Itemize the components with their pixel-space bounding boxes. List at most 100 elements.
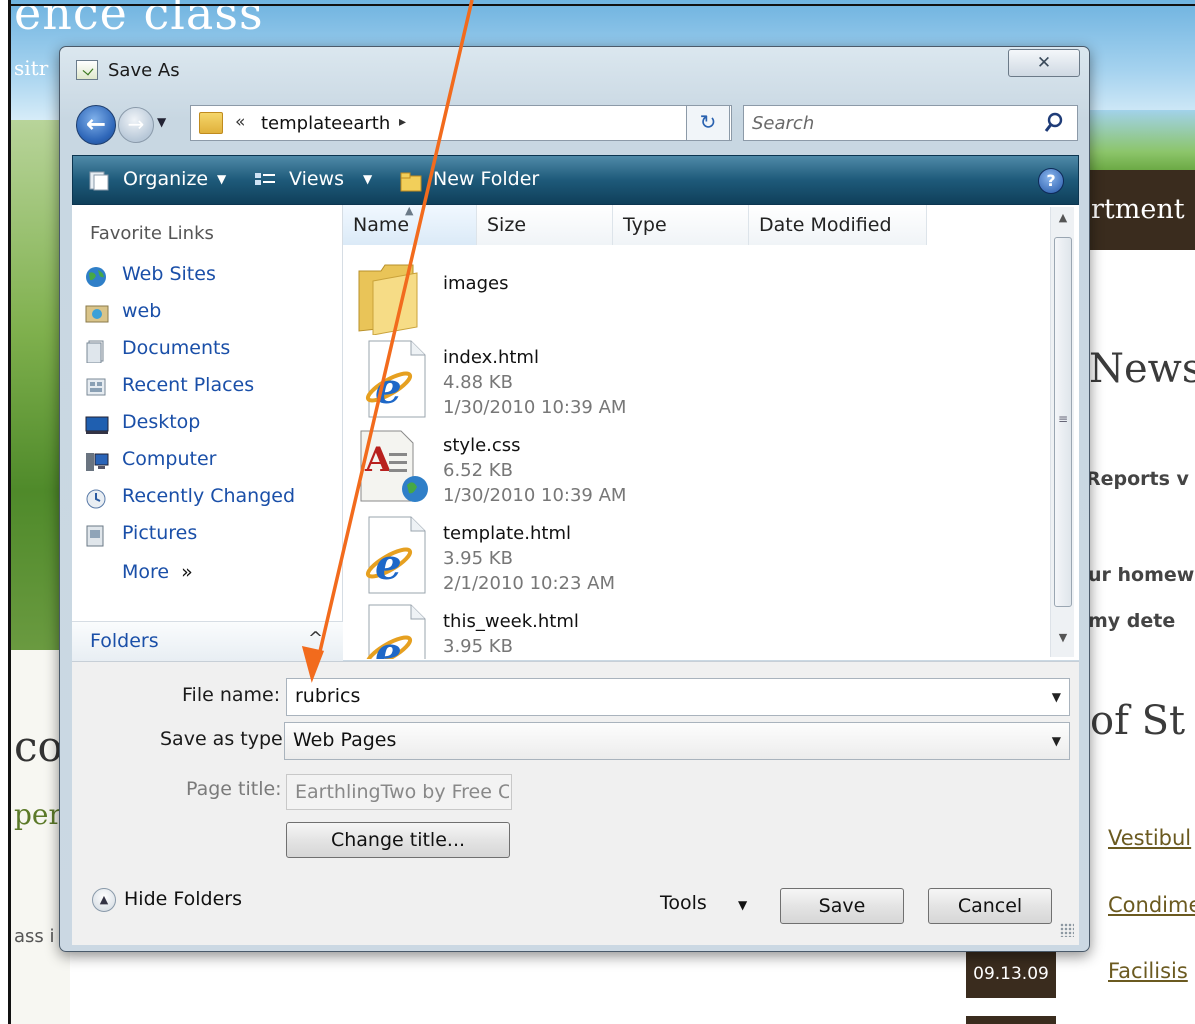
sidebar-item-web-sites[interactable]: Web Sites [122, 263, 216, 285]
folder-icon [199, 112, 223, 134]
scroll-up-icon[interactable]: ▲ [1051, 211, 1075, 233]
search-placeholder: Search [752, 113, 815, 134]
file-name-value: rubrics [295, 685, 361, 707]
sidebar-item-desktop[interactable]: Desktop [122, 411, 200, 433]
help-icon[interactable]: ? [1038, 168, 1064, 194]
column-name-label: Name [353, 214, 410, 236]
refresh-button[interactable]: ↻ [686, 105, 730, 141]
breadcrumb-templateearth[interactable]: templateearth [261, 113, 390, 134]
background-site-subtitle: sitr [14, 56, 49, 80]
chevron-down-icon[interactable]: ▼ [1052, 734, 1061, 748]
resize-grip-icon[interactable] [1060, 923, 1074, 937]
background-link-3[interactable]: Facilisis [1108, 959, 1188, 983]
save-button[interactable]: Save [780, 888, 904, 924]
column-header-type[interactable]: Type [613, 205, 749, 245]
file-name: this_week.html [443, 611, 579, 632]
file-list-scrollbar[interactable]: ▲ ≡ ▼ [1050, 207, 1074, 657]
sidebar-item-web[interactable]: web [122, 300, 161, 322]
back-button[interactable]: ← [76, 105, 116, 145]
file-row-this-week-html[interactable]: e this_week.html 3.95 KB [355, 601, 1035, 659]
views-dropdown-icon[interactable]: ▼ [363, 172, 372, 186]
file-row-template-html[interactable]: e template.html 3.95 KB 2/1/2010 10:23 A… [355, 513, 1035, 601]
background-date-badge: 09.13.09 [966, 950, 1056, 998]
file-row-images[interactable]: images [355, 253, 1035, 341]
hide-folders-icon[interactable]: ▲ [92, 888, 116, 912]
background-link-1[interactable]: Vestibul [1108, 826, 1191, 850]
ie-document-icon: e [365, 340, 426, 418]
recent-pages-dropdown-icon[interactable]: ▼ [157, 115, 166, 129]
scroll-down-icon[interactable]: ▼ [1051, 631, 1075, 653]
sidebar-item-pictures[interactable]: Pictures [122, 522, 197, 544]
change-title-button[interactable]: Change title... [286, 822, 510, 858]
scroll-thumb[interactable]: ≡ [1054, 237, 1072, 607]
sidebar-item-more[interactable]: More » [122, 561, 193, 583]
navigation-pane: Favorite Links Web Sites web Documents R… [72, 205, 343, 660]
svg-text:e: e [375, 628, 402, 659]
file-date: 2/1/2010 10:23 AM [443, 573, 616, 594]
background-reports-text: Reports v [1086, 468, 1189, 490]
file-name-field[interactable]: rubrics ▼ [286, 678, 1070, 716]
organize-button[interactable]: Organize [123, 168, 208, 190]
file-size: 3.95 KB [443, 636, 513, 657]
more-label: More [122, 561, 170, 583]
column-header-name[interactable]: Name ▲ [343, 204, 477, 245]
svg-text:A: A [364, 440, 392, 480]
background-left-text: ass i [14, 926, 55, 947]
close-button[interactable]: ✕ [1008, 49, 1080, 77]
background-link-2[interactable]: Condime [1108, 893, 1195, 917]
column-header-size[interactable]: Size [477, 205, 613, 245]
folder-icon [358, 264, 418, 335]
computer-icon [86, 453, 109, 471]
organize-icon [89, 171, 109, 191]
folders-toggle[interactable]: Folders ^ [72, 621, 343, 661]
sidebar-item-documents[interactable]: Documents [122, 337, 230, 359]
background-site-title: ence class [14, 0, 264, 40]
tools-dropdown-icon[interactable]: ▼ [738, 898, 747, 912]
background-left-subheading: per [14, 798, 62, 831]
desktop-icon [85, 416, 109, 434]
background-students-heading: of St [1090, 698, 1186, 744]
file-size: 3.95 KB [443, 548, 513, 569]
folders-label: Folders [90, 630, 159, 652]
search-icon[interactable] [1044, 112, 1064, 134]
save-as-icon [76, 60, 98, 80]
new-folder-button[interactable]: New Folder [433, 168, 539, 190]
views-icon [255, 173, 275, 185]
breadcrumb-overflow-icon[interactable]: « [235, 112, 245, 132]
page-title-field: EarthlingTwo by Free CS [286, 774, 512, 810]
file-name-label: File name: [182, 684, 281, 706]
save-form: File name: rubrics ▼ Save as type: Web P… [72, 661, 1079, 945]
background-homework-text: ur homew [1088, 564, 1195, 586]
dialog-titlebar[interactable]: Save As ✕ [60, 47, 1089, 91]
save-as-type-label: Save as type: [160, 728, 290, 750]
background-dept-text: rtment [1091, 194, 1185, 225]
sidebar-item-recently-changed[interactable]: Recently Changed [122, 485, 295, 507]
save-as-type-select[interactable]: Web Pages ▼ [284, 722, 1070, 760]
organize-dropdown-icon[interactable]: ▼ [217, 172, 226, 186]
breadcrumb-arrow-icon[interactable]: ▸ [399, 114, 406, 130]
sidebar-item-recent-places[interactable]: Recent Places [122, 374, 254, 396]
file-name: template.html [443, 523, 571, 544]
file-row-index-html[interactable]: e index.html 4.88 KB 1/30/2010 10:39 AM [355, 337, 1035, 425]
tools-button[interactable]: Tools [660, 892, 707, 914]
file-row-style-css[interactable]: A style.css 6.52 KB 1/30/2010 10:39 AM [355, 425, 1035, 513]
background-left-heading: co [14, 722, 63, 771]
sidebar-item-computer[interactable]: Computer [122, 448, 216, 470]
recently-changed-icon [86, 489, 106, 509]
address-bar[interactable]: « templateearth ▸ ▼ [190, 105, 802, 141]
page-title-label: Page title: [186, 778, 282, 800]
background-detect-text: my dete [1088, 610, 1176, 632]
chevron-down-icon[interactable]: ▼ [1052, 690, 1061, 704]
search-input[interactable]: Search [743, 105, 1078, 141]
forward-button[interactable]: → [118, 107, 154, 143]
page-title-value: EarthlingTwo by Free CS [295, 781, 509, 803]
chevron-up-icon: ^ [308, 628, 324, 649]
column-header-date-modified[interactable]: Date Modified [749, 205, 927, 245]
dialog-title: Save As [108, 60, 180, 81]
views-button[interactable]: Views [289, 168, 344, 190]
favorite-links-heading: Favorite Links [90, 223, 214, 244]
scroll-grip-icon: ≡ [1058, 412, 1069, 426]
cancel-button[interactable]: Cancel [928, 888, 1052, 924]
background-border-left [8, 0, 11, 1024]
hide-folders-button[interactable]: Hide Folders [124, 888, 242, 910]
